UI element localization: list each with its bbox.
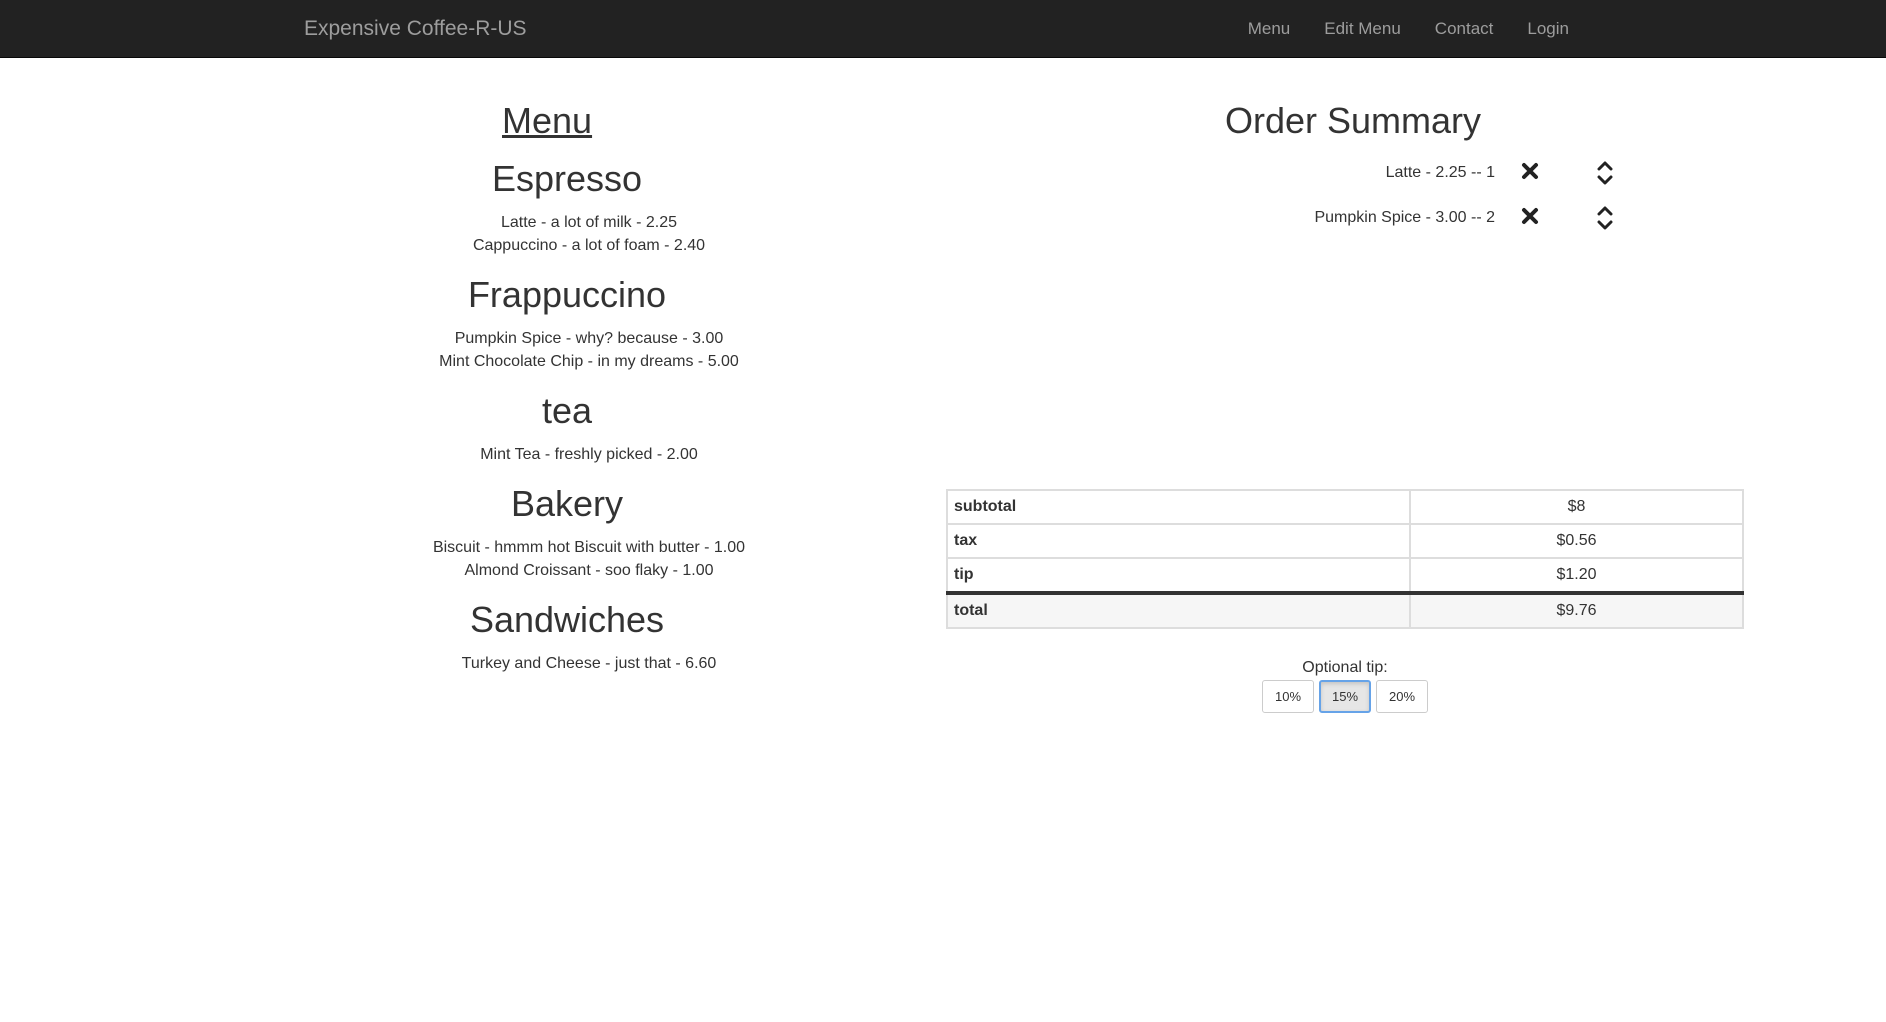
chevron-down-icon[interactable] [1597, 219, 1613, 232]
table-row: subtotal $8 [946, 489, 1744, 525]
quantity-arrows [1595, 198, 1615, 238]
nav-link-contact[interactable]: Contact [1418, 0, 1511, 58]
order-summary-title: Order Summary [1225, 100, 1482, 141]
table-row: tax $0.56 [946, 523, 1744, 559]
close-icon[interactable] [1520, 206, 1540, 226]
tip-15-button[interactable]: 15% [1319, 680, 1371, 713]
category-items: Turkey and Cheese - just that - 6.60 [389, 652, 789, 675]
chevron-up-icon[interactable] [1597, 159, 1613, 172]
order-item-text: Latte - 2.25 -- 1 [1385, 164, 1495, 181]
category-items: Pumpkin Spice - why? because - 3.00 Mint… [389, 327, 789, 373]
menu-title: Menu [502, 100, 593, 141]
nav-link-menu[interactable]: Menu [1231, 0, 1308, 58]
tip-label: Optional tip: [1302, 659, 1388, 676]
nav-links: Menu Edit Menu Contact Login [1231, 0, 1586, 58]
category-items: Biscuit - hmmm hot Biscuit with butter -… [389, 536, 789, 582]
totals-label: tax [946, 523, 1411, 559]
navbar: Expensive Coffee-R-US Menu Edit Menu Con… [0, 0, 1886, 58]
nav-link-login[interactable]: Login [1510, 0, 1586, 58]
menu-item[interactable]: Cappuccino - a lot of foam - 2.40 [389, 234, 789, 257]
totals-table: subtotal $8 tax $0.56 tip $1.20 total $9… [946, 489, 1744, 629]
totals-value: $1.20 [1409, 557, 1744, 594]
category-name: Espresso [491, 158, 643, 199]
table-row: total $9.76 [946, 591, 1744, 629]
order-item: Pumpkin Spice - 3.00 -- 2 [1314, 198, 1615, 238]
menu-item[interactable]: Turkey and Cheese - just that - 6.60 [389, 652, 789, 675]
tip-20-button[interactable]: 20% [1376, 680, 1428, 713]
brand-link[interactable]: Expensive Coffee-R-US [304, 0, 527, 58]
category-name: Bakery [510, 483, 624, 524]
category-name: Frappuccino [467, 274, 667, 315]
table-row: tip $1.20 [946, 557, 1744, 594]
tip-10-button[interactable]: 10% [1262, 680, 1314, 713]
nav-link-edit-menu[interactable]: Edit Menu [1307, 0, 1418, 58]
totals-label: tip [946, 557, 1411, 594]
chevron-down-icon[interactable] [1597, 174, 1613, 187]
totals-label: subtotal [946, 489, 1411, 525]
menu-item[interactable]: Mint Chocolate Chip - in my dreams - 5.0… [389, 350, 789, 373]
order-item-text: Pumpkin Spice - 3.00 -- 2 [1314, 209, 1495, 226]
category-items: Latte - a lot of milk - 2.25 Cappuccino … [389, 211, 789, 257]
totals-label: total [946, 591, 1411, 629]
tip-button-group: 10% 15% 20% [1262, 680, 1428, 713]
menu-item[interactable]: Pumpkin Spice - why? because - 3.00 [389, 327, 789, 350]
category-name: Sandwiches [469, 599, 665, 640]
category-items: Mint Tea - freshly picked - 2.00 [389, 443, 789, 466]
menu-item[interactable]: Almond Croissant - soo flaky - 1.00 [389, 559, 789, 582]
order-item: Latte - 2.25 -- 1 [1386, 153, 1615, 193]
totals-value: $9.76 [1409, 591, 1744, 629]
chevron-up-icon[interactable] [1597, 204, 1613, 217]
menu-item[interactable]: Mint Tea - freshly picked - 2.00 [389, 443, 789, 466]
close-icon[interactable] [1520, 161, 1540, 181]
menu-item[interactable]: Biscuit - hmmm hot Biscuit with butter -… [389, 536, 789, 559]
category-name: tea [541, 390, 593, 431]
quantity-arrows [1595, 153, 1615, 193]
totals-value: $8 [1409, 489, 1744, 525]
menu-item[interactable]: Latte - a lot of milk - 2.25 [389, 211, 789, 234]
totals-value: $0.56 [1409, 523, 1744, 559]
